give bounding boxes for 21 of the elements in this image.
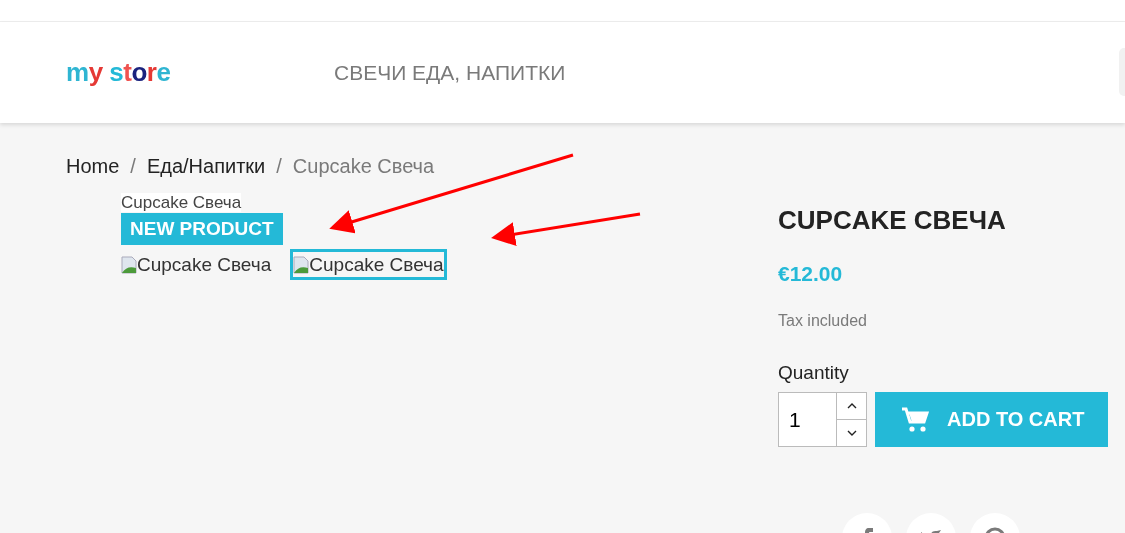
breadcrumb-link[interactable]: Еда/Напитки: [146, 155, 266, 185]
product-price: €12.00: [778, 262, 844, 286]
broken-image-icon: [121, 255, 137, 274]
new-product-badge: NEW PRODUCT: [121, 213, 283, 245]
breadcrumb-link[interactable]: Home: [66, 155, 120, 185]
product-thumbnail[interactable]: Cupcake Свеча: [290, 249, 447, 280]
broken-image-icon: [293, 255, 310, 274]
breadcrumb-separator: /: [276, 155, 282, 179]
quantity-label: Quantity: [778, 362, 850, 384]
product-thumbnail[interactable]: Cupcake Свеча: [118, 249, 275, 280]
quantity-field[interactable]: 1: [778, 392, 867, 447]
chevron-down-icon: [846, 430, 857, 436]
category-link[interactable]: СВЕЧИ ЕДА, НАПИТКИ: [334, 60, 566, 85]
store-logo[interactable]: my store: [66, 57, 334, 88]
broken-image-alt: Cupcake Свеча: [121, 193, 242, 212]
tax-note: Tax included: [778, 312, 868, 330]
chevron-up-icon: [846, 403, 857, 409]
cart-icon: [901, 406, 929, 433]
breadcrumb-current-page: Cupcake Свеча: [292, 155, 435, 179]
product-title: CUPCAKE СВЕЧА: [778, 205, 1007, 236]
breadcrumb-separator: /: [130, 155, 136, 179]
